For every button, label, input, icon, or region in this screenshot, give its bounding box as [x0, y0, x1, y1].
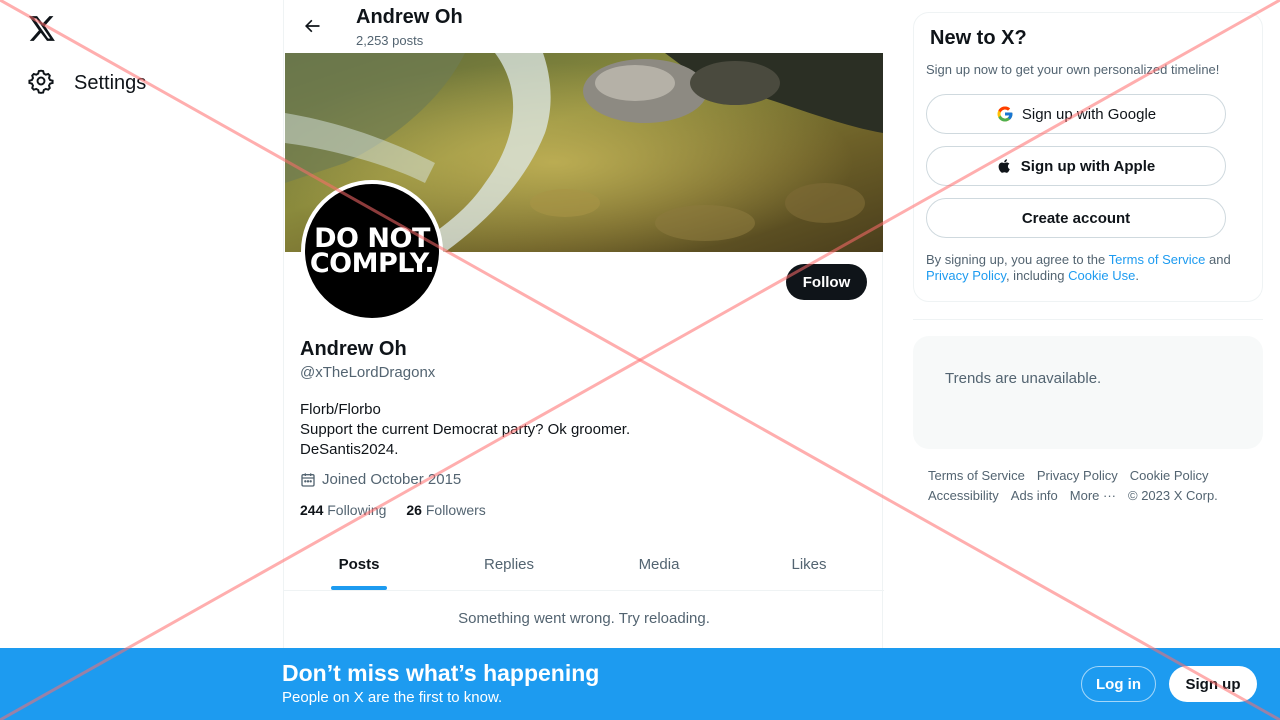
- terms-and: and: [1205, 252, 1231, 267]
- post-count: 2,253 posts: [356, 33, 424, 48]
- footer-cookie-link[interactable]: Cookie Policy: [1130, 466, 1209, 486]
- nav-settings-label: Settings: [74, 71, 147, 94]
- signup-button[interactable]: Sign up: [1169, 666, 1257, 702]
- google-icon: [997, 106, 1013, 122]
- profile-bio: Florb/Florbo Support the current Democra…: [300, 400, 630, 460]
- back-button[interactable]: [298, 12, 326, 40]
- terms-of-service-link[interactable]: Terms of Service: [1109, 252, 1206, 267]
- nav-settings[interactable]: Settings: [28, 68, 146, 98]
- followers-count: 26: [406, 502, 422, 518]
- cookie-use-link[interactable]: Cookie Use: [1068, 268, 1135, 283]
- active-tab-indicator: [331, 586, 387, 590]
- signup-google-button[interactable]: Sign up with Google: [926, 94, 1226, 134]
- footer-accessibility-link[interactable]: Accessibility: [928, 486, 999, 506]
- signup-prompt-bar: Don’t miss what’s happening People on X …: [0, 648, 1280, 720]
- footer-privacy-link[interactable]: Privacy Policy: [1037, 466, 1118, 486]
- gear-icon: [28, 68, 54, 99]
- sidebar-footer: Terms of Service Privacy Policy Cookie P…: [928, 466, 1258, 506]
- profile-column: Andrew Oh 2,253 posts DO NOT COMPLY. Fol…: [283, 0, 884, 720]
- signup-card-subtitle: Sign up now to get your own personalized…: [926, 62, 1220, 77]
- bio-line: Support the current Democrat party? Ok g…: [300, 421, 631, 438]
- terms-end: .: [1135, 268, 1139, 283]
- followers-link[interactable]: 26 Followers: [406, 502, 485, 518]
- signup-google-label: Sign up with Google: [1021, 105, 1157, 123]
- left-nav: Settings: [0, 0, 284, 720]
- joined-text: Joined October 2015: [322, 471, 462, 488]
- signup-terms: By signing up, you agree to the Terms of…: [926, 252, 1246, 284]
- prompt-subline: People on X are the first to know.: [282, 689, 503, 706]
- tab-label: Likes: [791, 555, 827, 573]
- following-link[interactable]: 244 Following: [300, 502, 386, 518]
- bio-line: DeSantis2024.: [300, 441, 399, 458]
- login-button[interactable]: Log in: [1081, 666, 1156, 702]
- sidebar-divider: [913, 319, 1263, 320]
- footer-copyright: © 2023 X Corp.: [1128, 488, 1218, 503]
- follow-button[interactable]: Follow: [786, 264, 867, 300]
- tab-replies[interactable]: Replies: [434, 538, 584, 590]
- signup-apple-label: Sign up with Apple: [1020, 157, 1156, 175]
- following-label: Following: [327, 502, 387, 518]
- trends-unavailable-text: Trends are unavailable.: [945, 370, 1102, 387]
- prompt-headline: Don’t miss what’s happening: [282, 660, 600, 686]
- profile-header-bar: Andrew Oh 2,253 posts: [284, 0, 884, 53]
- footer-ads-info-link[interactable]: Ads info: [1011, 486, 1058, 506]
- avatar[interactable]: DO NOT COMPLY.: [301, 180, 443, 322]
- bio-line: Florb/Florbo: [300, 401, 381, 418]
- joined-date: Joined October 2015: [300, 471, 461, 488]
- tab-label: Replies: [483, 555, 535, 573]
- profile-handle: @xTheLordDragonx: [300, 364, 436, 381]
- avatar-text-line-2: COMPLY.: [309, 248, 435, 279]
- privacy-policy-link[interactable]: Privacy Policy: [926, 268, 1006, 283]
- x-logo-icon[interactable]: [28, 14, 56, 42]
- tab-label: Media: [638, 555, 680, 573]
- footer-terms-link[interactable]: Terms of Service: [928, 466, 1025, 486]
- following-count: 244: [300, 502, 324, 518]
- create-account-button[interactable]: Create account: [926, 198, 1226, 238]
- profile-name: Andrew Oh: [300, 338, 407, 360]
- followers-label: Followers: [425, 502, 486, 518]
- tab-likes[interactable]: Likes: [734, 538, 884, 590]
- follow-stats: 244 Following 26 Followers: [300, 502, 486, 518]
- tab-posts[interactable]: Posts: [284, 538, 434, 590]
- footer-more-link[interactable]: More ···: [1070, 486, 1116, 506]
- signup-card-title: New to X?: [930, 27, 1027, 49]
- page-title: Andrew Oh: [356, 6, 463, 28]
- tab-label: Posts: [338, 555, 380, 573]
- signup-apple-button[interactable]: Sign up with Apple: [926, 146, 1226, 186]
- signup-card: New to X? Sign up now to get your own pe…: [913, 12, 1263, 302]
- trends-panel: Trends are unavailable.: [913, 336, 1263, 449]
- calendar-icon: [301, 472, 315, 487]
- tab-media[interactable]: Media: [584, 538, 734, 590]
- terms-prefix: By signing up, you agree to the: [926, 252, 1109, 267]
- apple-icon: [998, 159, 1010, 173]
- timeline-error: Something went wrong. Try reloading.: [458, 610, 710, 627]
- profile-tabs: Posts Replies Media Likes: [284, 538, 884, 591]
- terms-including: , including: [1005, 268, 1069, 283]
- back-arrow-icon: [305, 19, 320, 33]
